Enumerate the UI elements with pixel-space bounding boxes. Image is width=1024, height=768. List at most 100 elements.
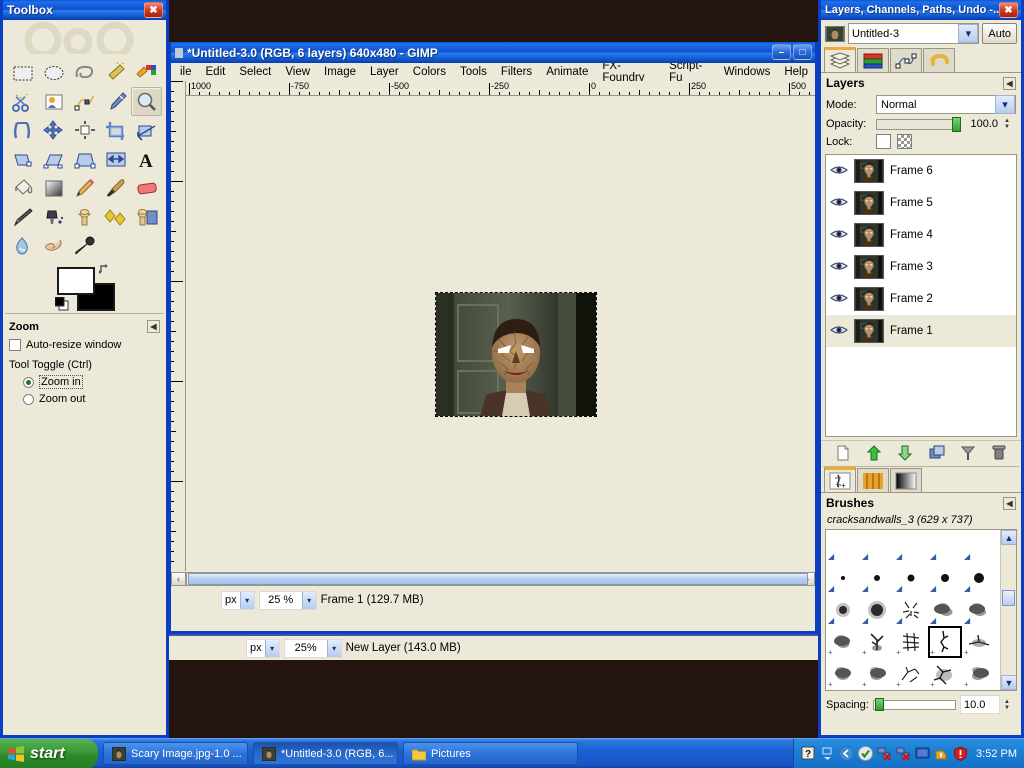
brush-cell[interactable]: + — [894, 626, 928, 658]
undo-tab[interactable] — [923, 48, 955, 72]
menu-help[interactable]: Help — [777, 65, 815, 79]
table-row[interactable]: Frame 1 — [826, 315, 1016, 347]
security-shield-icon[interactable] — [953, 746, 968, 761]
brush-cell[interactable]: ◢ — [928, 594, 962, 626]
align-tool[interactable] — [69, 116, 100, 145]
rect-select-tool[interactable] — [7, 58, 38, 87]
foreground-select-tool[interactable] — [38, 87, 69, 116]
scroll-track[interactable] — [186, 572, 808, 586]
menu-filters[interactable]: Filters — [494, 65, 539, 79]
table-row[interactable]: Frame 4 — [826, 219, 1016, 251]
system-tray[interactable]: ? 3:52 PM — [793, 738, 1024, 768]
pencil-tool[interactable] — [69, 174, 100, 203]
brushes-scroll-up[interactable]: ▲ — [1001, 530, 1016, 545]
dodge-burn-tool[interactable] — [69, 232, 100, 261]
background-image-window-statusbar[interactable]: px ▾ 25% ▾ New Layer (143.0 MB) — [168, 634, 818, 660]
zoom-tool[interactable] — [131, 87, 162, 116]
brushes-scroll-down[interactable]: ▼ — [1001, 675, 1016, 690]
menu-view[interactable]: View — [278, 65, 317, 79]
layer-visibility-eye-icon[interactable] — [830, 324, 848, 339]
layer-visibility-eye-icon[interactable] — [830, 292, 848, 307]
layers-button-bar[interactable] — [821, 440, 1021, 464]
spacing-spinner[interactable]: ▲ ▼ — [1004, 699, 1016, 711]
layer-mode-row[interactable]: Mode: Normal ▾ — [821, 93, 1021, 116]
display-icon[interactable] — [915, 746, 930, 761]
scroll-thumb[interactable] — [188, 573, 808, 585]
image-menubar[interactable]: ile Edit Select View Image Layer Colors Tools Fi… — [171, 60, 815, 84]
brush-cell[interactable]: + — [860, 690, 894, 691]
healing-tool[interactable] — [100, 203, 131, 232]
brush-cell[interactable]: + — [826, 690, 860, 691]
show-hidden-icon[interactable] — [820, 746, 835, 761]
scale-tool[interactable] — [7, 145, 38, 174]
paths-tab[interactable] — [890, 48, 922, 72]
color-swatch-area[interactable] — [3, 261, 166, 313]
layer-opacity-row[interactable]: Opacity: 100.0 ▲ ▼ — [821, 116, 1021, 132]
reset-colors-icon[interactable] — [55, 297, 69, 311]
smudge-tool[interactable] — [38, 232, 69, 261]
brush-cell[interactable]: + — [894, 690, 928, 691]
brush-cell[interactable]: ◢ — [928, 562, 962, 594]
taskbar-item-untitled3[interactable]: *Untitled-3.0 (RGB, 6... — [253, 742, 398, 765]
brush-cell[interactable]: + — [928, 626, 962, 658]
clock[interactable]: 3:52 PM — [976, 748, 1017, 760]
horizontal-ruler[interactable]: 1000-750-500-2500250500750100012501500 — [186, 81, 815, 96]
brush-cell[interactable]: + — [860, 658, 894, 690]
brush-cell[interactable]: + — [894, 658, 928, 690]
perspective-tool[interactable] — [69, 145, 100, 174]
ellipse-select-tool[interactable] — [38, 58, 69, 87]
blend-tool[interactable] — [38, 174, 69, 203]
airbrush-tool[interactable] — [7, 203, 38, 232]
minimize-button[interactable]: – — [772, 44, 791, 60]
raise-layer-button[interactable] — [866, 444, 882, 461]
zoom-out-radio[interactable] — [23, 393, 34, 405]
image-select-dropdown-icon[interactable]: ▾ — [958, 24, 979, 43]
brush-cell[interactable]: ◢ — [894, 530, 928, 562]
brushes-scrollbar[interactable]: ▲ ▼ — [1000, 530, 1016, 690]
layers-collapse-icon[interactable]: ◀ — [1003, 76, 1016, 90]
start-button[interactable]: start — [0, 738, 98, 768]
brushes-scroll-thumb[interactable] — [1002, 590, 1015, 606]
menu-edit[interactable]: Edit — [199, 65, 233, 79]
duplicate-layer-button[interactable] — [929, 445, 945, 461]
taskbar-item-scary-image[interactable]: Scary Image.jpg-1.0 ... — [103, 742, 248, 765]
mode-dropdown-icon[interactable]: ▾ — [995, 95, 1015, 114]
new-layer-button[interactable] — [835, 445, 851, 461]
auto-resize-checkbox[interactable] — [9, 339, 21, 351]
bg-unit-dropdown-icon[interactable]: ▾ — [264, 639, 279, 657]
patterns-tab[interactable] — [857, 468, 889, 492]
brush-cell[interactable]: ◢ — [826, 562, 860, 594]
bucket-fill-tool[interactable] — [7, 174, 38, 203]
taskbar-item-pictures[interactable]: Pictures — [403, 742, 578, 765]
menu-select[interactable]: Select — [232, 65, 278, 79]
chevron-left-icon[interactable] — [839, 746, 855, 761]
menu-ile[interactable]: ile — [173, 65, 199, 79]
taskbar-items[interactable]: Scary Image.jpg-1.0 ... *Untitled-3.0 (RG… — [98, 742, 578, 765]
brush-cell[interactable]: ◢ — [962, 562, 996, 594]
layers-list[interactable]: Frame 6 Frame 5 Frame 4 Frame 3 Frame 2 Frame… — [825, 154, 1017, 437]
bg-unit-combo[interactable]: px ▾ — [246, 638, 280, 658]
gradients-tab[interactable] — [890, 468, 922, 492]
delete-layer-button[interactable] — [991, 445, 1007, 461]
opacity-slider[interactable] — [876, 116, 961, 132]
lock-pixels-checkbox[interactable] — [876, 134, 891, 149]
crop-tool[interactable] — [100, 116, 131, 145]
shear-tool[interactable] — [38, 145, 69, 174]
brush-cell[interactable]: ◢ — [860, 530, 894, 562]
flip-tool[interactable] — [100, 145, 131, 174]
canvas-area[interactable] — [186, 96, 815, 571]
zoom-out-radio-row[interactable]: Zoom out — [9, 391, 160, 407]
blur-sharpen-tool[interactable] — [7, 232, 38, 261]
scroll-left-arrow[interactable]: ‹ — [171, 572, 186, 586]
layers-tab[interactable] — [824, 47, 856, 72]
brush-cell[interactable]: + — [962, 626, 996, 658]
auto-button[interactable]: Auto — [982, 23, 1017, 44]
brush-cell[interactable]: + — [826, 626, 860, 658]
zoom-dropdown-icon[interactable]: ▾ — [301, 591, 316, 609]
lower-layer-button[interactable] — [897, 445, 913, 461]
dock-image-selector[interactable]: Untitled-3 ▾ Auto — [821, 20, 1021, 47]
layer-visibility-eye-icon[interactable] — [830, 260, 848, 275]
windows-taskbar[interactable]: start Scary Image.jpg-1.0 ... *Untitled-3… — [0, 738, 1024, 768]
swap-colors-icon[interactable] — [99, 263, 111, 275]
table-row[interactable]: Frame 5 — [826, 187, 1016, 219]
